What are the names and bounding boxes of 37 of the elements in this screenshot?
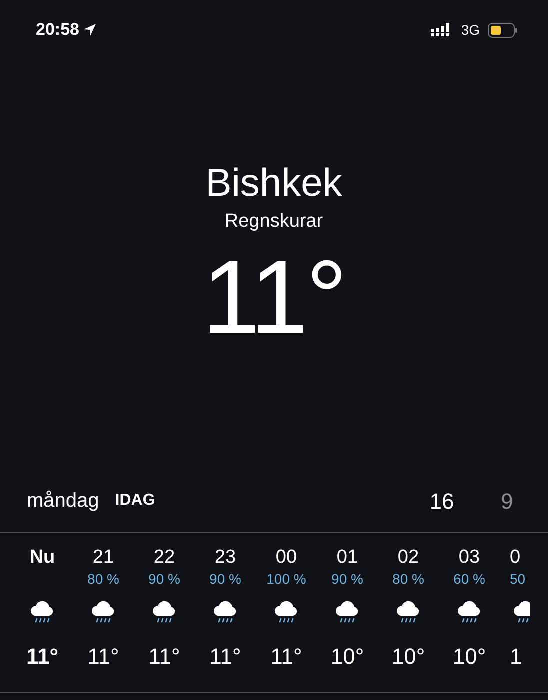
hour-temperature: 1 (510, 644, 522, 670)
hour-label: 0 (510, 547, 521, 570)
weather-condition: Regnskurar (224, 210, 324, 234)
low-temperature: 9 (501, 488, 514, 516)
precipitation-chance: 60 % (454, 570, 486, 588)
hour-temperature: 11° (88, 644, 120, 670)
precipitation-chance: 90 % (148, 570, 180, 588)
precipitation-chance: 80 % (392, 570, 424, 588)
hour-label: 01 (336, 547, 358, 570)
city-name: Bishkek (206, 163, 342, 206)
hour-label: Nu (30, 547, 56, 570)
today-label: IDAG (115, 491, 156, 511)
network-type: 3G (461, 20, 480, 40)
hour-temperature: 10° (452, 644, 486, 670)
hour-label: 22 (154, 547, 176, 570)
hour-temperature: 10° (392, 644, 426, 670)
high-temperature: 16 (428, 488, 456, 516)
precipitation-chance: 100 % (266, 570, 306, 588)
battery-icon (488, 22, 518, 38)
hour-temperature: 11° (270, 644, 302, 670)
hour-temperature: 11° (26, 644, 59, 670)
hour-label: 23 (214, 547, 236, 570)
hour-temperature: 10° (330, 644, 364, 670)
hour-label: 21 (92, 547, 114, 570)
hour-temperature: 11° (148, 644, 180, 670)
hour-label: 03 (458, 547, 480, 570)
current-temperature: 11° (202, 246, 346, 350)
clock-time: 20:58 (36, 19, 80, 42)
hour-label: 00 (276, 547, 298, 570)
weekday: måndag (27, 489, 100, 514)
precipitation-chance: 80 % (88, 570, 120, 588)
hour-label: 02 (398, 547, 420, 570)
location-arrow-icon (83, 23, 98, 37)
precipitation-chance: 50 (510, 570, 526, 588)
hour-temperature: 11° (210, 644, 242, 670)
precipitation-chance: 90 % (332, 570, 364, 588)
precipitation-chance: 90 % (210, 570, 242, 588)
